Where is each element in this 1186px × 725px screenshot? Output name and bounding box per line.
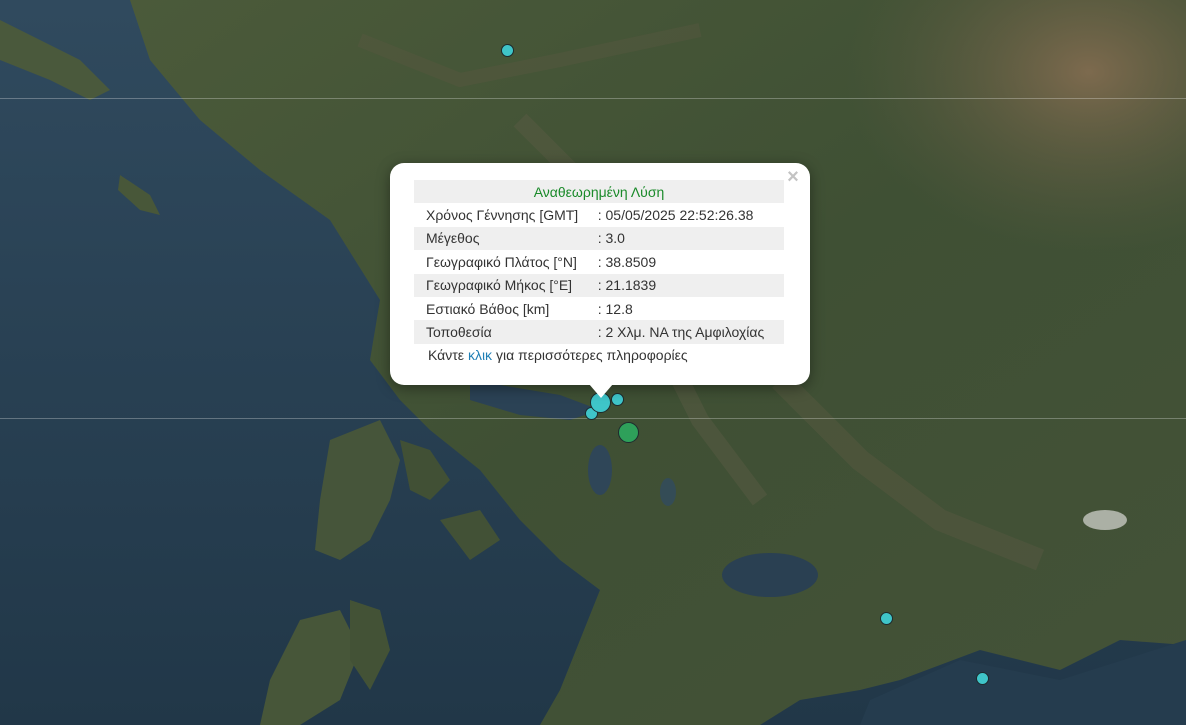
satellite-map[interactable]: × Αναθεωρημένη Λύση Χρόνος Γέννησης [GMT… bbox=[0, 0, 1186, 725]
popup-title: Αναθεωρημένη Λύση bbox=[414, 180, 784, 204]
info-row: Χρόνος Γέννησης [GMT] : 05/05/2025 22:52… bbox=[414, 203, 784, 226]
info-value: : 3.0 bbox=[597, 226, 784, 251]
info-label: Γεωγραφικό Πλάτος [°N] bbox=[426, 253, 577, 270]
more-info-prefix: Κάντε bbox=[428, 347, 465, 363]
info-label: Τοποθεσία bbox=[414, 320, 598, 344]
info-value: : 12.8 bbox=[597, 300, 633, 317]
info-label: Μέγεθος bbox=[414, 226, 598, 251]
popup-tip bbox=[589, 384, 613, 398]
earthquake-marker-large[interactable] bbox=[618, 422, 639, 443]
earthquake-marker[interactable] bbox=[501, 44, 514, 57]
info-row: Μέγεθος : 3.0 bbox=[414, 226, 784, 251]
info-row: Γεωγραφικό Μήκος [°E] : 21.1839 bbox=[414, 273, 784, 297]
close-icon[interactable]: × bbox=[784, 167, 802, 187]
info-row: Γεωγραφικό Πλάτος [°N] : 38.8509 bbox=[414, 250, 784, 273]
graticule-line bbox=[0, 98, 1186, 99]
more-info-suffix: για περισσότερες πληροφορίες bbox=[495, 347, 688, 363]
info-value: : 2 Χλμ. ΝΑ της Αμφιλοχίας bbox=[597, 320, 784, 344]
info-row: Τοποθεσία : 2 Χλμ. ΝΑ της Αμφιλοχίας bbox=[414, 320, 784, 344]
info-label: Γεωγραφικό Μήκος [°E] bbox=[414, 273, 598, 297]
info-value: : 05/05/2025 22:52:26.38 bbox=[597, 207, 754, 224]
earthquake-info-popup: × Αναθεωρημένη Λύση Χρόνος Γέννησης [GMT… bbox=[390, 163, 810, 385]
info-label: Εστιακό Βάθος [km] bbox=[426, 300, 550, 317]
popup-title-row: Αναθεωρημένη Λύση bbox=[414, 180, 784, 204]
earthquake-marker[interactable] bbox=[976, 672, 989, 685]
info-value: : 38.8509 bbox=[597, 253, 657, 270]
more-info-text: Κάντε κλικ για περισσότερες πληροφορίες bbox=[428, 347, 688, 363]
earthquake-info-table: Αναθεωρημένη Λύση Χρόνος Γέννησης [GMT] … bbox=[414, 180, 784, 344]
more-info-link[interactable]: κλικ bbox=[468, 347, 492, 363]
info-value: : 21.1839 bbox=[597, 273, 784, 297]
info-label: Χρόνος Γέννησης [GMT] bbox=[426, 207, 579, 224]
earthquake-marker[interactable] bbox=[880, 612, 893, 625]
info-row: Εστιακό Βάθος [km] : 12.8 bbox=[414, 297, 784, 320]
